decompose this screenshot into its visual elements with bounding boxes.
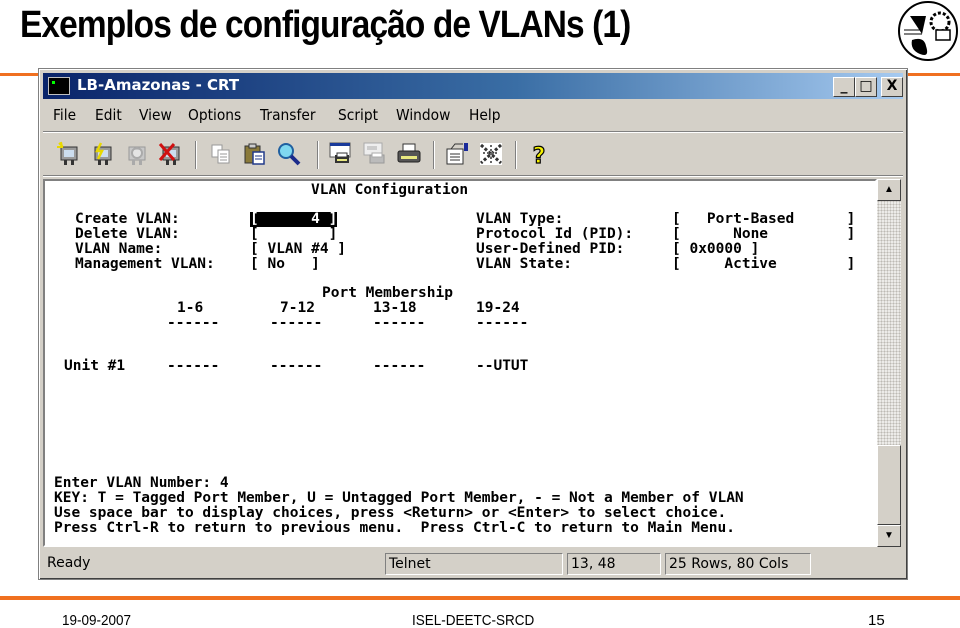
- disconnect-icon[interactable]: [157, 141, 185, 167]
- create-vlan-field[interactable]: [ 4 ]: [250, 212, 338, 227]
- create-vlan-label: Create VLAN:: [75, 211, 180, 227]
- protocol-id-label: Protocol Id (PID):: [476, 226, 634, 242]
- key-legend-line: KEY: T = Tagged Port Member, U = Untagge…: [54, 490, 744, 506]
- user-defined-pid-label: User-Defined PID:: [476, 241, 625, 257]
- print-screen-icon[interactable]: [327, 141, 355, 167]
- vlan-type-label: VLAN Type:: [476, 211, 564, 227]
- column-separator: ------: [270, 315, 323, 331]
- status-ready: Ready: [47, 555, 91, 571]
- column-separator: ------: [476, 315, 529, 331]
- port-column-header: 7-12: [280, 300, 315, 316]
- menu-help[interactable]: Help: [469, 106, 500, 124]
- port-membership-cell[interactable]: ------: [270, 359, 322, 374]
- menu-options[interactable]: Options: [188, 106, 241, 124]
- quick-connect-icon[interactable]: [89, 141, 117, 167]
- copy-icon[interactable]: [207, 141, 235, 167]
- vlan-name-field[interactable]: [ VLAN #4 ]: [250, 242, 346, 257]
- window-title: LB-Amazonas - CRT: [77, 76, 240, 94]
- help-icon[interactable]: ?: [525, 141, 553, 167]
- port-membership-heading: Port Membership: [322, 285, 453, 301]
- port-column-header: 19-24: [476, 300, 520, 316]
- institution-logo: [898, 1, 958, 61]
- status-screen-size: 25 Rows, 80 Cols: [665, 553, 811, 575]
- close-button[interactable]: X: [881, 77, 903, 97]
- status-protocol: Telnet: [385, 553, 563, 575]
- toolbar-separator: [317, 141, 319, 169]
- menu-divider: [43, 131, 903, 133]
- management-vlan-label: Management VLAN:: [75, 256, 215, 272]
- print-selection-icon[interactable]: [361, 141, 389, 167]
- screen-heading: VLAN Configuration: [311, 182, 469, 198]
- print-icon[interactable]: [395, 141, 423, 167]
- protocol-id-field[interactable]: [ None ]: [672, 227, 855, 242]
- column-separator: ------: [373, 315, 426, 331]
- unit-label: Unit #1: [64, 358, 126, 374]
- vlan-name-label: VLAN Name:: [75, 241, 163, 257]
- port-membership-cell[interactable]: ------: [167, 359, 219, 374]
- page-number: 15: [868, 612, 885, 628]
- footer-date: 19-09-2007: [62, 612, 132, 628]
- window-titlebar[interactable]: LB-Amazonas - CRT _ □ X: [43, 73, 903, 99]
- scroll-down-button[interactable]: ▼: [877, 525, 901, 547]
- session-options-icon[interactable]: [443, 141, 471, 167]
- port-column-header: 13-18: [373, 300, 417, 316]
- slide-title: Exemplos de configuração de VLANs (1): [20, 4, 631, 46]
- status-bar: Ready Telnet 13, 48 25 Rows, 80 Cols: [43, 551, 903, 577]
- toolbar-separator: [515, 141, 517, 169]
- vertical-scrollbar[interactable]: ▲ ▼: [877, 179, 901, 547]
- paste-icon[interactable]: [241, 141, 269, 167]
- port-membership-cell[interactable]: ------: [373, 359, 425, 374]
- maximize-button[interactable]: □: [855, 77, 877, 97]
- menu-window[interactable]: Window: [396, 106, 450, 124]
- menu-bar: File Edit View Options Transfer Script W…: [43, 103, 903, 129]
- footer-rule: [0, 596, 960, 600]
- reconnect-icon[interactable]: [123, 141, 151, 167]
- menu-edit[interactable]: Edit: [95, 106, 122, 124]
- scroll-up-button[interactable]: ▲: [877, 179, 901, 201]
- vlan-type-field[interactable]: [ Port-Based ]: [672, 212, 855, 227]
- scroll-thumb[interactable]: [877, 445, 901, 525]
- toolbar-separator: [195, 141, 197, 169]
- delete-vlan-label: Delete VLAN:: [75, 226, 180, 242]
- user-defined-pid-field[interactable]: [ 0x0000 ]: [672, 242, 759, 257]
- delete-vlan-field[interactable]: [ ]: [250, 227, 337, 242]
- status-cursor-position: 13, 48: [567, 553, 661, 575]
- port-column-header: 1-6: [177, 300, 204, 316]
- column-separator: ------: [167, 315, 220, 331]
- toolbar-divider: [43, 175, 903, 177]
- toolbar-separator: [433, 141, 435, 169]
- vlan-state-field[interactable]: [ Active ]: [672, 257, 855, 272]
- help-line: Use space bar to display choices, press …: [54, 505, 727, 521]
- connect-icon[interactable]: [55, 141, 83, 167]
- minimize-button[interactable]: _: [833, 77, 855, 97]
- prompt-line: Enter VLAN Number: 4: [54, 475, 229, 491]
- footer-institution: ISEL-DEETC-SRCD: [412, 612, 535, 628]
- menu-view[interactable]: View: [139, 106, 172, 124]
- terminal-screen[interactable]: VLAN Configuration Create VLAN: [ 4 ] De…: [43, 179, 877, 547]
- menu-script[interactable]: Script: [338, 106, 378, 124]
- menu-file[interactable]: File: [53, 106, 76, 124]
- terminal-app-icon[interactable]: [48, 77, 70, 95]
- menu-transfer[interactable]: Transfer: [260, 106, 316, 124]
- svg-text:?: ?: [533, 144, 546, 167]
- toolbar: ?: [43, 135, 903, 173]
- keymap-icon[interactable]: [477, 141, 505, 167]
- management-vlan-field[interactable]: [ No ]: [250, 257, 320, 272]
- vlan-state-label: VLAN State:: [476, 256, 573, 272]
- port-membership-cell[interactable]: --UTUT: [476, 359, 528, 374]
- navigation-line: Press Ctrl-R to return to previous menu.…: [54, 520, 735, 536]
- crt-window: LB-Amazonas - CRT _ □ X File Edit View O…: [38, 68, 908, 580]
- find-icon[interactable]: [275, 141, 303, 167]
